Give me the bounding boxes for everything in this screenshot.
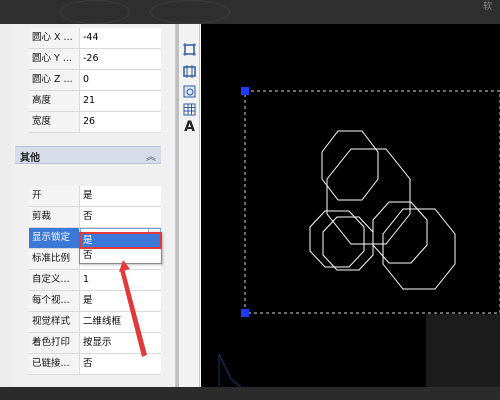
table-icon[interactable] [182,102,197,117]
property-label: 剪裁 [29,207,80,227]
property-value[interactable]: 否 [80,354,161,374]
canvas-drawing [218,87,500,387]
property-label: 圆心 X ... [29,28,80,48]
property-row-center-z[interactable]: 圆心 Z ... 0 [29,70,161,91]
property-value[interactable]: 0 [80,70,161,90]
property-row-visual-style[interactable]: 视觉样式 二维线框 [29,312,161,333]
property-label: 显示锁定 [29,228,80,248]
section-title: 其他 [20,153,40,164]
blurred-shape [60,0,130,24]
other-properties: 开 是 剪裁 否 显示锁定 是 ▼ 标准比例 自定义... 1 每个视... 是… [29,186,161,375]
property-label: 已链接... [29,354,80,374]
property-row-center-x[interactable]: 圆心 X ... -44 [29,28,161,49]
octagon-shape[interactable] [326,148,411,245]
property-row-on[interactable]: 开 是 [29,186,161,207]
property-row-clip[interactable]: 剪裁 否 [29,207,161,228]
property-value[interactable]: 否 [80,207,161,227]
property-value[interactable]: -26 [80,49,161,69]
property-label: 圆心 Y ... [29,49,80,69]
blurred-patch [426,314,500,387]
panel-gutter [0,24,12,400]
property-value[interactable]: 1 [80,270,161,290]
viewport-border[interactable] [244,90,500,314]
layout-icon[interactable] [182,42,197,57]
property-label: 着色打印 [29,333,80,353]
property-label: 视觉样式 [29,312,80,332]
property-row-custom-scale[interactable]: 自定义... 1 [29,270,161,291]
background-topbar: 软 [0,0,500,24]
corner-text: 软 [482,2,492,12]
property-label: 宽度 [29,112,80,132]
blurred-shape [150,0,230,24]
octagon-shape[interactable] [321,130,379,201]
property-label: 高度 [29,91,80,111]
property-label: 每个视... [29,291,80,311]
octagon-shape[interactable] [382,208,456,290]
property-row-linked[interactable]: 已链接... 否 [29,354,161,375]
property-label: 标准比例 [29,249,80,269]
property-value[interactable]: -44 [80,28,161,48]
property-value[interactable]: 26 [80,112,161,132]
property-value[interactable]: 21 [80,91,161,111]
property-label: 圆心 Z ... [29,70,80,90]
grip-top-left[interactable] [241,87,249,95]
viewport-icon[interactable] [182,64,197,79]
property-value[interactable]: 是 [80,291,161,311]
geometry-properties: 圆心 X ... -44 圆心 Y ... -26 圆心 Z ... 0 高度 … [29,28,161,133]
property-label: 自定义... [29,270,80,290]
collapse-chevron-icon[interactable]: ︽ [146,148,156,163]
property-row-width[interactable]: 宽度 26 [29,112,161,133]
dropdown-option-no[interactable]: 否 [80,248,161,263]
dropdown-option-yes[interactable]: 是 [79,232,162,249]
ucs-icon [218,353,242,387]
section-header-other[interactable]: 其他 ︽ [15,146,161,164]
vertical-toolbar: A [179,24,200,400]
property-value[interactable]: 按显示 [80,333,161,353]
bottom-strip [0,387,500,400]
display-locked-dropdown-list: 是 否 [79,232,162,264]
property-label: 开 [29,186,80,206]
properties-panel: 圆心 X ... -44 圆心 Y ... -26 圆心 Z ... 0 高度 … [0,24,176,400]
property-row-center-y[interactable]: 圆心 Y ... -26 [29,49,161,70]
octagon-shape[interactable] [372,201,428,264]
text-icon[interactable]: A [182,120,197,135]
grip-bottom-left[interactable] [241,309,249,317]
shape-icon[interactable] [182,84,197,99]
drawing-canvas[interactable] [201,24,500,387]
octagon-shape[interactable] [309,210,365,268]
property-value[interactable]: 是 [80,186,161,206]
property-value[interactable]: 二维线框 [80,312,161,332]
property-row-height[interactable]: 高度 21 [29,91,161,112]
property-row-shade-plot[interactable]: 着色打印 按显示 [29,333,161,354]
property-row-per-viewport-ucs[interactable]: 每个视... 是 [29,291,161,312]
